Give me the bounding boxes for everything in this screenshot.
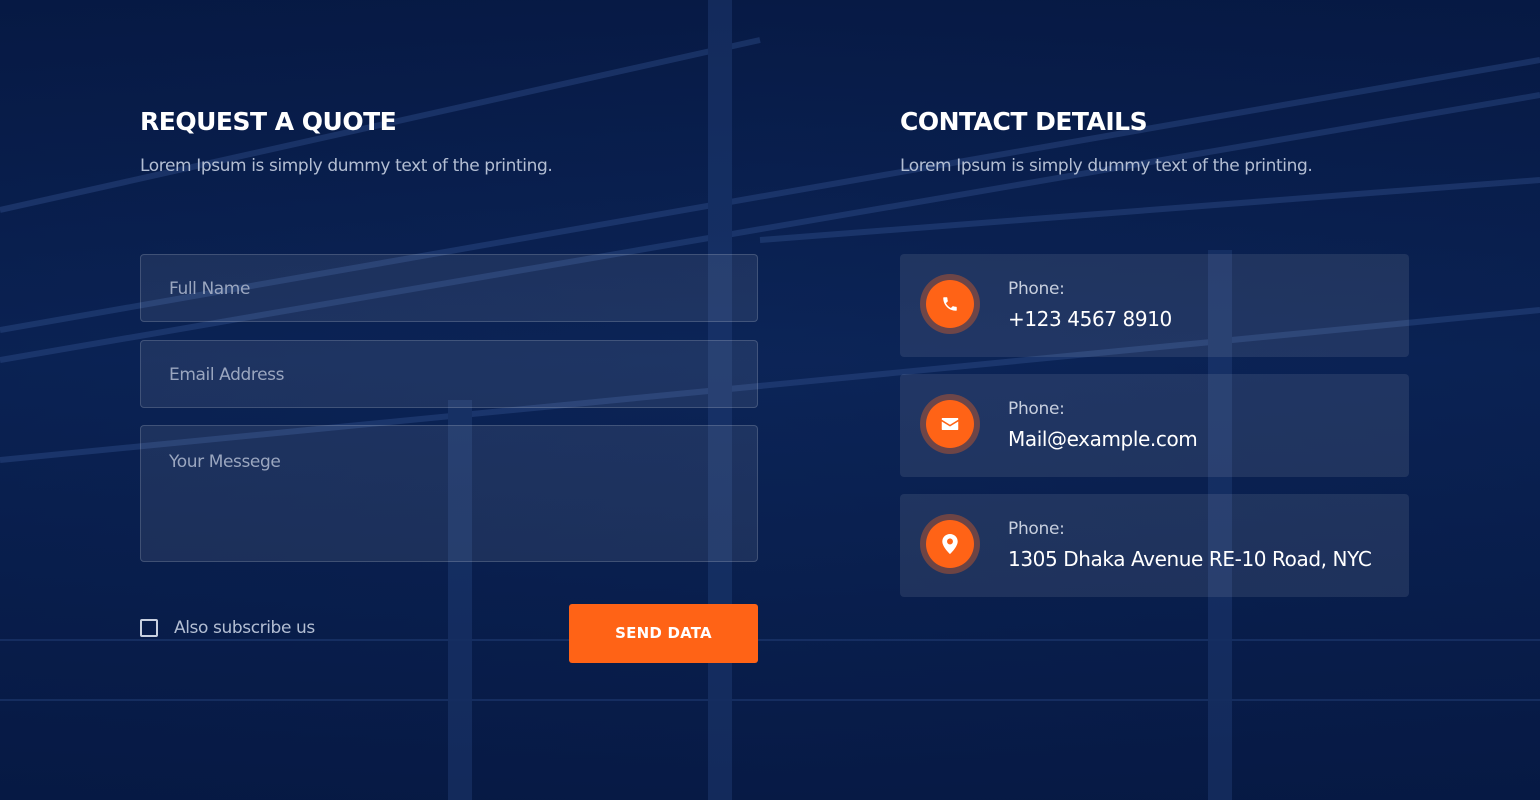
subscribe-checkbox[interactable] (140, 619, 158, 637)
contact-card-email: Phone: Mail@example.com (900, 374, 1409, 477)
address-label: Phone: (1008, 519, 1065, 539)
contact-card-phone: Phone: +123 4567 8910 (900, 254, 1409, 357)
map-pin-icon-ring (920, 514, 980, 574)
contact-card-address: Phone: 1305 Dhaka Avenue RE-10 Road, NYC (900, 494, 1409, 597)
request-quote-section: REQUEST A QUOTE Lorem Ipsum is simply du… (140, 100, 758, 663)
contact-details-title: CONTACT DETAILS (900, 107, 1148, 136)
envelope-icon (926, 400, 974, 448)
phone-value[interactable]: +123 4567 8910 (1008, 304, 1172, 334)
full-name-placeholder: Full Name (169, 279, 251, 299)
email-input[interactable]: Email Address (140, 340, 758, 408)
envelope-icon-ring (920, 394, 980, 454)
phone-icon-ring (920, 274, 980, 334)
subscribe-option: Also subscribe us (140, 616, 315, 640)
send-data-button[interactable]: SEND DATA (569, 604, 758, 663)
subscribe-label[interactable]: Also subscribe us (174, 618, 315, 638)
address-value[interactable]: 1305 Dhaka Avenue RE-10 Road, NYC (1008, 544, 1372, 574)
message-placeholder: Your Messege (169, 452, 281, 472)
email-value[interactable]: Mail@example.com (1008, 424, 1198, 454)
phone-label: Phone: (1008, 279, 1065, 299)
map-pin-icon (926, 520, 974, 568)
phone-icon (926, 280, 974, 328)
contact-details-section: CONTACT DETAILS Lorem Ipsum is simply du… (900, 100, 1409, 597)
contact-details-subtitle: Lorem Ipsum is simply dummy text of the … (900, 156, 1313, 176)
email-placeholder: Email Address (169, 365, 285, 385)
full-name-input[interactable]: Full Name (140, 254, 758, 322)
request-quote-subtitle: Lorem Ipsum is simply dummy text of the … (140, 156, 553, 176)
request-quote-title: REQUEST A QUOTE (140, 107, 397, 136)
message-textarea[interactable]: Your Messege (140, 425, 758, 562)
email-label: Phone: (1008, 399, 1065, 419)
